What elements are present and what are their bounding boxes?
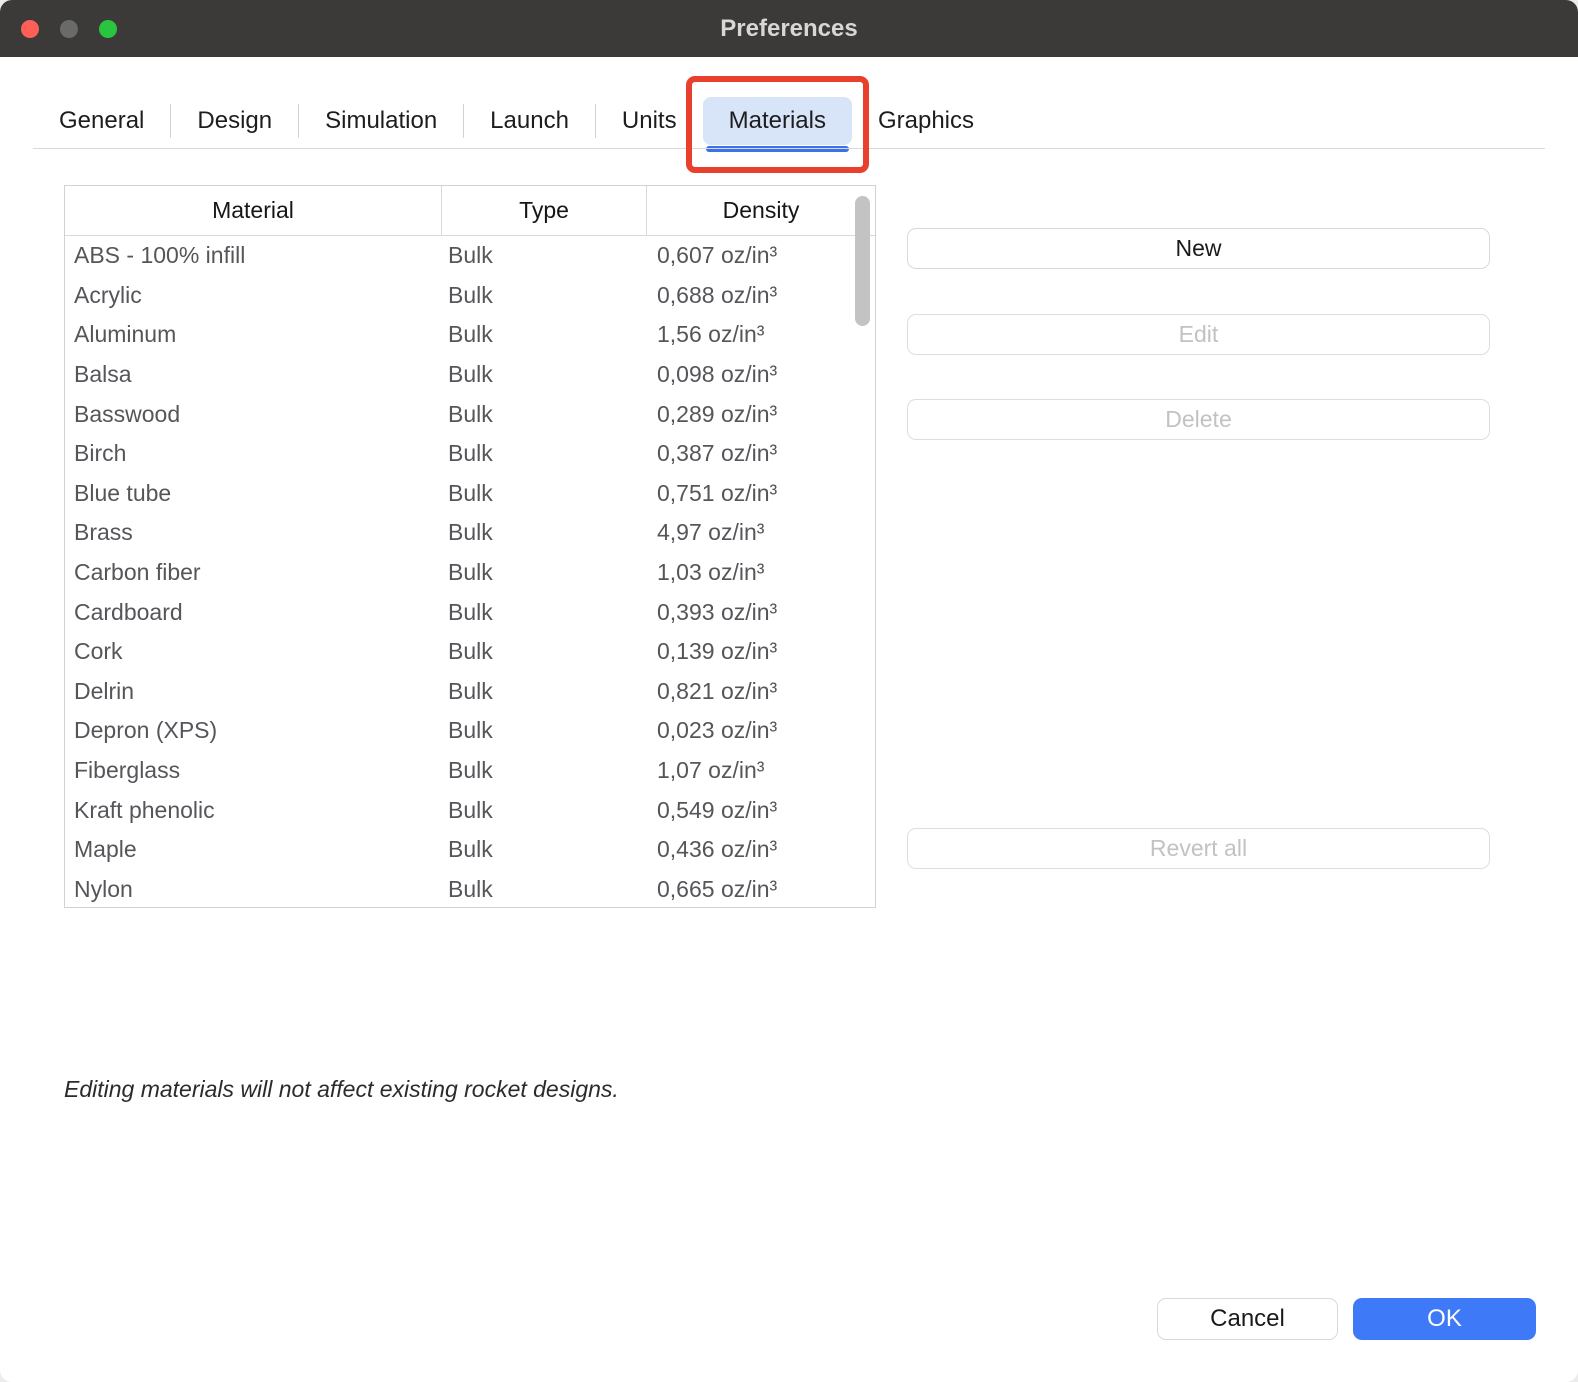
cell-material: Balsa — [65, 361, 441, 388]
table-row[interactable]: Aluminum Bulk 1,56 oz/in³ — [65, 315, 875, 355]
cell-material: Kraft phenolic — [65, 797, 441, 824]
cell-type: Bulk — [441, 599, 646, 626]
cell-material: Fiberglass — [65, 757, 441, 784]
table-row[interactable]: Blue tube Bulk 0,751 oz/in³ — [65, 474, 875, 514]
tab-graphics[interactable]: Graphics — [852, 97, 1000, 145]
table-row[interactable]: Carbon fiber Bulk 1,03 oz/in³ — [65, 553, 875, 593]
table-row[interactable]: Balsa Bulk 0,098 oz/in³ — [65, 355, 875, 395]
delete-button[interactable]: Delete — [907, 399, 1490, 440]
cell-density: 0,387 oz/in³ — [646, 440, 875, 467]
table-row[interactable]: Maple Bulk 0,436 oz/in³ — [65, 830, 875, 870]
cell-density: 0,139 oz/in³ — [646, 638, 875, 665]
cell-type: Bulk — [441, 678, 646, 705]
cell-material: Depron (XPS) — [65, 717, 441, 744]
cell-type: Bulk — [441, 836, 646, 863]
cell-density: 0,393 oz/in³ — [646, 599, 875, 626]
cell-density: 0,688 oz/in³ — [646, 282, 875, 309]
cell-density: 0,098 oz/in³ — [646, 361, 875, 388]
cell-density: 1,56 oz/in³ — [646, 321, 875, 348]
ok-button[interactable]: OK — [1353, 1298, 1536, 1340]
tab-materials-label: Materials — [729, 107, 826, 134]
cell-type: Bulk — [441, 757, 646, 784]
cell-type: Bulk — [441, 440, 646, 467]
table-scrollbar-thumb[interactable] — [855, 196, 870, 326]
table-header-row: Material Type Density — [65, 186, 875, 236]
cell-type: Bulk — [441, 559, 646, 586]
table-row[interactable]: Cardboard Bulk 0,393 oz/in³ — [65, 592, 875, 632]
cell-type: Bulk — [441, 321, 646, 348]
tab-bar: General Design Simulation Launch Units M… — [33, 92, 1545, 149]
cell-density: 1,07 oz/in³ — [646, 757, 875, 784]
materials-table: Material Type Density ABS - 100% infill … — [64, 185, 876, 908]
table-row[interactable]: Acrylic Bulk 0,688 oz/in³ — [65, 276, 875, 316]
table-row[interactable]: ABS - 100% infill Bulk 0,607 oz/in³ — [65, 236, 875, 276]
cell-density: 0,436 oz/in³ — [646, 836, 875, 863]
cell-material: Aluminum — [65, 321, 441, 348]
titlebar: Preferences — [0, 0, 1578, 57]
cell-type: Bulk — [441, 519, 646, 546]
tab-launch[interactable]: Launch — [464, 97, 595, 145]
cell-density: 0,289 oz/in³ — [646, 401, 875, 428]
table-row[interactable]: Depron (XPS) Bulk 0,023 oz/in³ — [65, 711, 875, 751]
traffic-lights — [21, 0, 117, 57]
cell-density: 0,607 oz/in³ — [646, 242, 875, 269]
cell-material: Cork — [65, 638, 441, 665]
cell-density: 0,549 oz/in³ — [646, 797, 875, 824]
table-row[interactable]: Kraft phenolic Bulk 0,549 oz/in³ — [65, 790, 875, 830]
tab-materials[interactable]: Materials — [703, 97, 852, 145]
cell-density: 0,665 oz/in³ — [646, 876, 875, 903]
cell-material: Cardboard — [65, 599, 441, 626]
new-button[interactable]: New — [907, 228, 1490, 269]
cell-material: Nylon — [65, 876, 441, 903]
cell-density: 4,97 oz/in³ — [646, 519, 875, 546]
tabbar-divider-line — [33, 148, 1545, 149]
cell-density: 1,03 oz/in³ — [646, 559, 875, 586]
cell-type: Bulk — [441, 480, 646, 507]
materials-edit-note: Editing materials will not affect existi… — [64, 1076, 619, 1103]
zoom-window-icon[interactable] — [99, 20, 117, 38]
minimize-window-icon[interactable] — [60, 20, 78, 38]
tab-design[interactable]: Design — [171, 97, 298, 145]
cell-material: ABS - 100% infill — [65, 242, 441, 269]
table-row[interactable]: Brass Bulk 4,97 oz/in³ — [65, 513, 875, 553]
table-row[interactable]: Delrin Bulk 0,821 oz/in³ — [65, 672, 875, 712]
cell-material: Acrylic — [65, 282, 441, 309]
cell-density: 0,751 oz/in³ — [646, 480, 875, 507]
table-row[interactable]: Fiberglass Bulk 1,07 oz/in³ — [65, 751, 875, 791]
materials-list: ABS - 100% infill Bulk 0,607 oz/in³ Acry… — [65, 236, 875, 908]
cell-material: Birch — [65, 440, 441, 467]
cell-type: Bulk — [441, 717, 646, 744]
cell-type: Bulk — [441, 638, 646, 665]
column-header-material[interactable]: Material — [65, 186, 441, 235]
cell-type: Bulk — [441, 361, 646, 388]
column-header-type[interactable]: Type — [441, 186, 646, 235]
tab-units[interactable]: Units — [596, 97, 703, 145]
cancel-button[interactable]: Cancel — [1157, 1298, 1338, 1340]
preferences-window: Preferences General Design Simulation La… — [0, 0, 1578, 1382]
cell-material: Carbon fiber — [65, 559, 441, 586]
close-window-icon[interactable] — [21, 20, 39, 38]
cell-type: Bulk — [441, 242, 646, 269]
cell-material: Brass — [65, 519, 441, 546]
cell-material: Maple — [65, 836, 441, 863]
edit-button[interactable]: Edit — [907, 314, 1490, 355]
cell-type: Bulk — [441, 282, 646, 309]
column-header-density[interactable]: Density — [646, 186, 875, 235]
revert-all-button[interactable]: Revert all — [907, 828, 1490, 869]
cell-material: Basswood — [65, 401, 441, 428]
tab-simulation[interactable]: Simulation — [299, 97, 463, 145]
cell-type: Bulk — [441, 401, 646, 428]
cell-density: 0,821 oz/in³ — [646, 678, 875, 705]
cell-type: Bulk — [441, 876, 646, 903]
cell-type: Bulk — [441, 797, 646, 824]
table-row[interactable]: Cork Bulk 0,139 oz/in³ — [65, 632, 875, 672]
tab-general[interactable]: General — [33, 97, 170, 145]
cell-density: 0,023 oz/in³ — [646, 717, 875, 744]
table-row[interactable]: Basswood Bulk 0,289 oz/in³ — [65, 394, 875, 434]
table-row[interactable]: Birch Bulk 0,387 oz/in³ — [65, 434, 875, 474]
cell-material: Blue tube — [65, 480, 441, 507]
window-title: Preferences — [720, 15, 857, 43]
table-row[interactable]: Nylon Bulk 0,665 oz/in³ — [65, 870, 875, 909]
cell-material: Delrin — [65, 678, 441, 705]
